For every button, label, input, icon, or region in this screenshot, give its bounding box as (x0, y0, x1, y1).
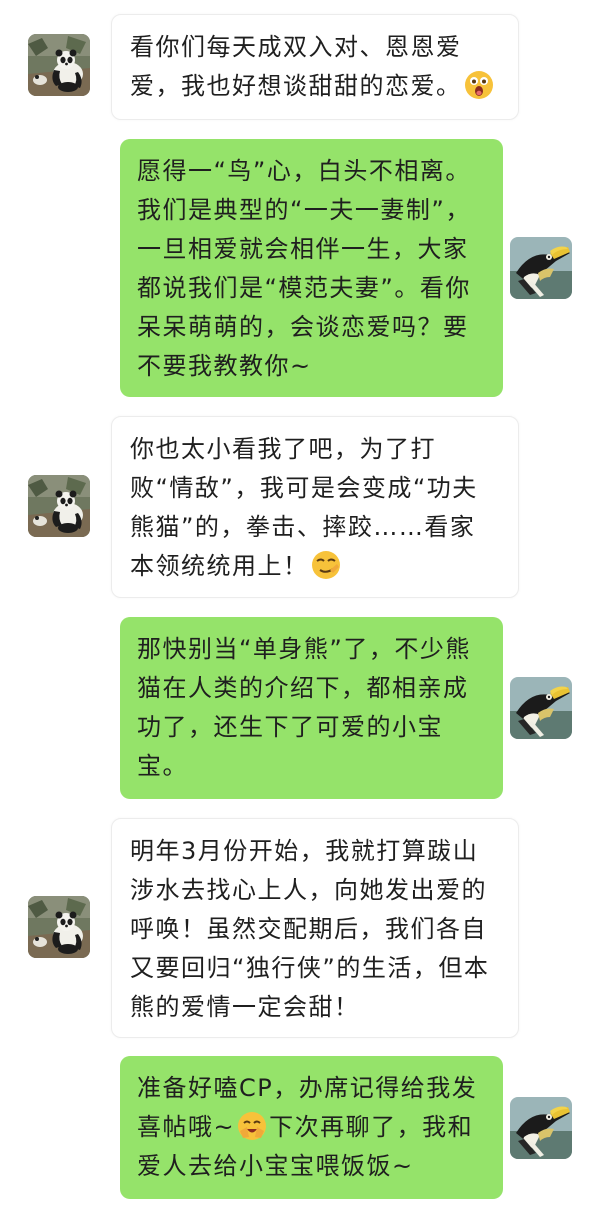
message-text: 你也太小看我了吧，为了打败“情敌”，我可是会变成“功夫熊猫”的，拳击、摔跤……看… (130, 435, 478, 580)
message-text: 愿得一“鸟”心，白头不相离。我们是典型的“一夫一妻制”，一旦相爱就会相伴一生，大… (137, 157, 471, 380)
hornbill-avatar-icon[interactable] (510, 1097, 572, 1159)
hornbill-avatar-icon[interactable] (510, 237, 572, 299)
panda-avatar-icon[interactable] (28, 475, 90, 537)
smug-face-emoji (311, 550, 341, 580)
message-bubble-incoming[interactable]: 看你们每天成双入对、恩恩爱爱，我也好想谈甜甜的恋爱。 (111, 14, 519, 120)
panda-avatar-icon[interactable] (28, 896, 90, 958)
message-text: 那快别当“单身熊”了，不少熊猫在人类的介绍下，都相亲成功了，还生下了可爱的小宝宝… (137, 635, 471, 780)
hornbill-avatar-icon[interactable] (510, 677, 572, 739)
message-text: 看你们每天成双入对、恩恩爱爱，我也好想谈甜甜的恋爱。 (130, 33, 462, 100)
message-text: 明年3月份开始，我就打算跋山涉水去找心上人，向她发出爱的呼唤！虽然交配期后，我们… (130, 837, 490, 1021)
surprised-face-emoji (464, 70, 494, 100)
message-bubble-outgoing[interactable]: 愿得一“鸟”心，白头不相离。我们是典型的“一夫一妻制”，一旦相爱就会相伴一生，大… (120, 139, 503, 397)
message-bubble-incoming[interactable]: 明年3月份开始，我就打算跋山涉水去找心上人，向她发出爱的呼唤！虽然交配期后，我们… (111, 818, 519, 1038)
message-bubble-outgoing[interactable]: 那快别当“单身熊”了，不少熊猫在人类的介绍下，都相亲成功了，还生下了可爱的小宝宝… (120, 617, 503, 799)
chat-window: 看你们每天成双入对、恩恩爱爱，我也好想谈甜甜的恋爱。 愿得一“鸟”心，白头不相离… (0, 0, 600, 1218)
panda-avatar-icon[interactable] (28, 34, 90, 96)
laughing-face-emoji (237, 1111, 267, 1141)
message-bubble-outgoing[interactable]: 准备好嗑CP，办席记得给我发喜帖哦~ 下次再聊了，我和爱人去给小宝宝喂饭饭~ (120, 1056, 503, 1199)
message-bubble-incoming[interactable]: 你也太小看我了吧，为了打败“情敌”，我可是会变成“功夫熊猫”的，拳击、摔跤……看… (111, 416, 519, 598)
